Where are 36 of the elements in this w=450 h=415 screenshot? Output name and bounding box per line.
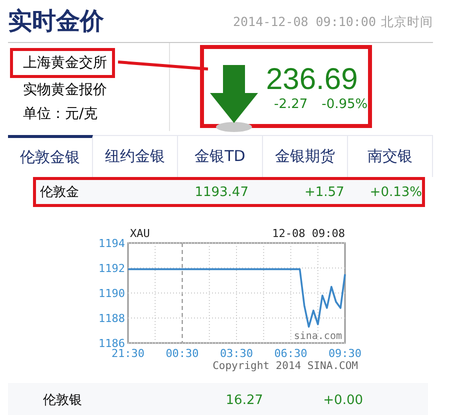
- page-title: 实时金价: [8, 6, 104, 37]
- market-change: +1.57: [303, 184, 344, 200]
- chart-title: XAU: [130, 227, 150, 240]
- y-tick-label: 1186: [98, 337, 125, 350]
- market-name: 伦敦银: [42, 392, 83, 409]
- line-series: [127, 268, 346, 328]
- x-tick-label: 06:30: [274, 347, 308, 360]
- quote-description: 实物黄金报价: [22, 81, 108, 100]
- market-tab[interactable]: 纽约金银: [93, 135, 178, 177]
- x-tick-label: 00:30: [166, 347, 199, 360]
- x-tick-label: 09:30: [328, 347, 362, 360]
- unit-label: 单位：元/克: [22, 105, 99, 124]
- y-tick-label: 1192: [98, 262, 125, 275]
- market-price: 1193.47: [194, 184, 250, 200]
- y-tick-label: 1190: [98, 287, 125, 300]
- price-chart: 1186 1188 1190 1192 1194 21:30 00:30 03:30 06:30 09:30 XAU 12-08 09:08 sina.com Copyright 2014 SINA.COM: [90, 215, 375, 375]
- text: 12-08 09:08: [272, 227, 345, 240]
- market-price: 16.27: [224, 392, 264, 408]
- market-change: +0.00: [322, 392, 363, 408]
- price-value: 236.69: [266, 63, 359, 97]
- x-tick-label: 03:30: [220, 347, 254, 360]
- timezone-label: 北京时间: [381, 14, 433, 30]
- y-tick-label: 1188: [98, 312, 125, 325]
- market-tab[interactable]: 金银TD: [178, 135, 263, 177]
- exchange-name: 上海黄金交所: [10, 48, 115, 78]
- x-tick-label: 21:30: [111, 347, 145, 360]
- market-tab[interactable]: 金银期货: [263, 135, 348, 177]
- price-change: -2.27: [274, 97, 308, 112]
- timestamp: 2014-12-08 09:10:00: [233, 14, 376, 30]
- market-tab[interactable]: 南交银: [348, 135, 433, 177]
- market-tab[interactable]: 伦敦金银: [8, 135, 93, 177]
- market-percent: +0.13%: [368, 184, 422, 200]
- annotation: sina.com: [294, 331, 342, 342]
- market-name: 伦敦金: [39, 184, 80, 201]
- percent-change: -0.95%: [322, 97, 368, 112]
- y-tick-label: 1194: [98, 237, 126, 250]
